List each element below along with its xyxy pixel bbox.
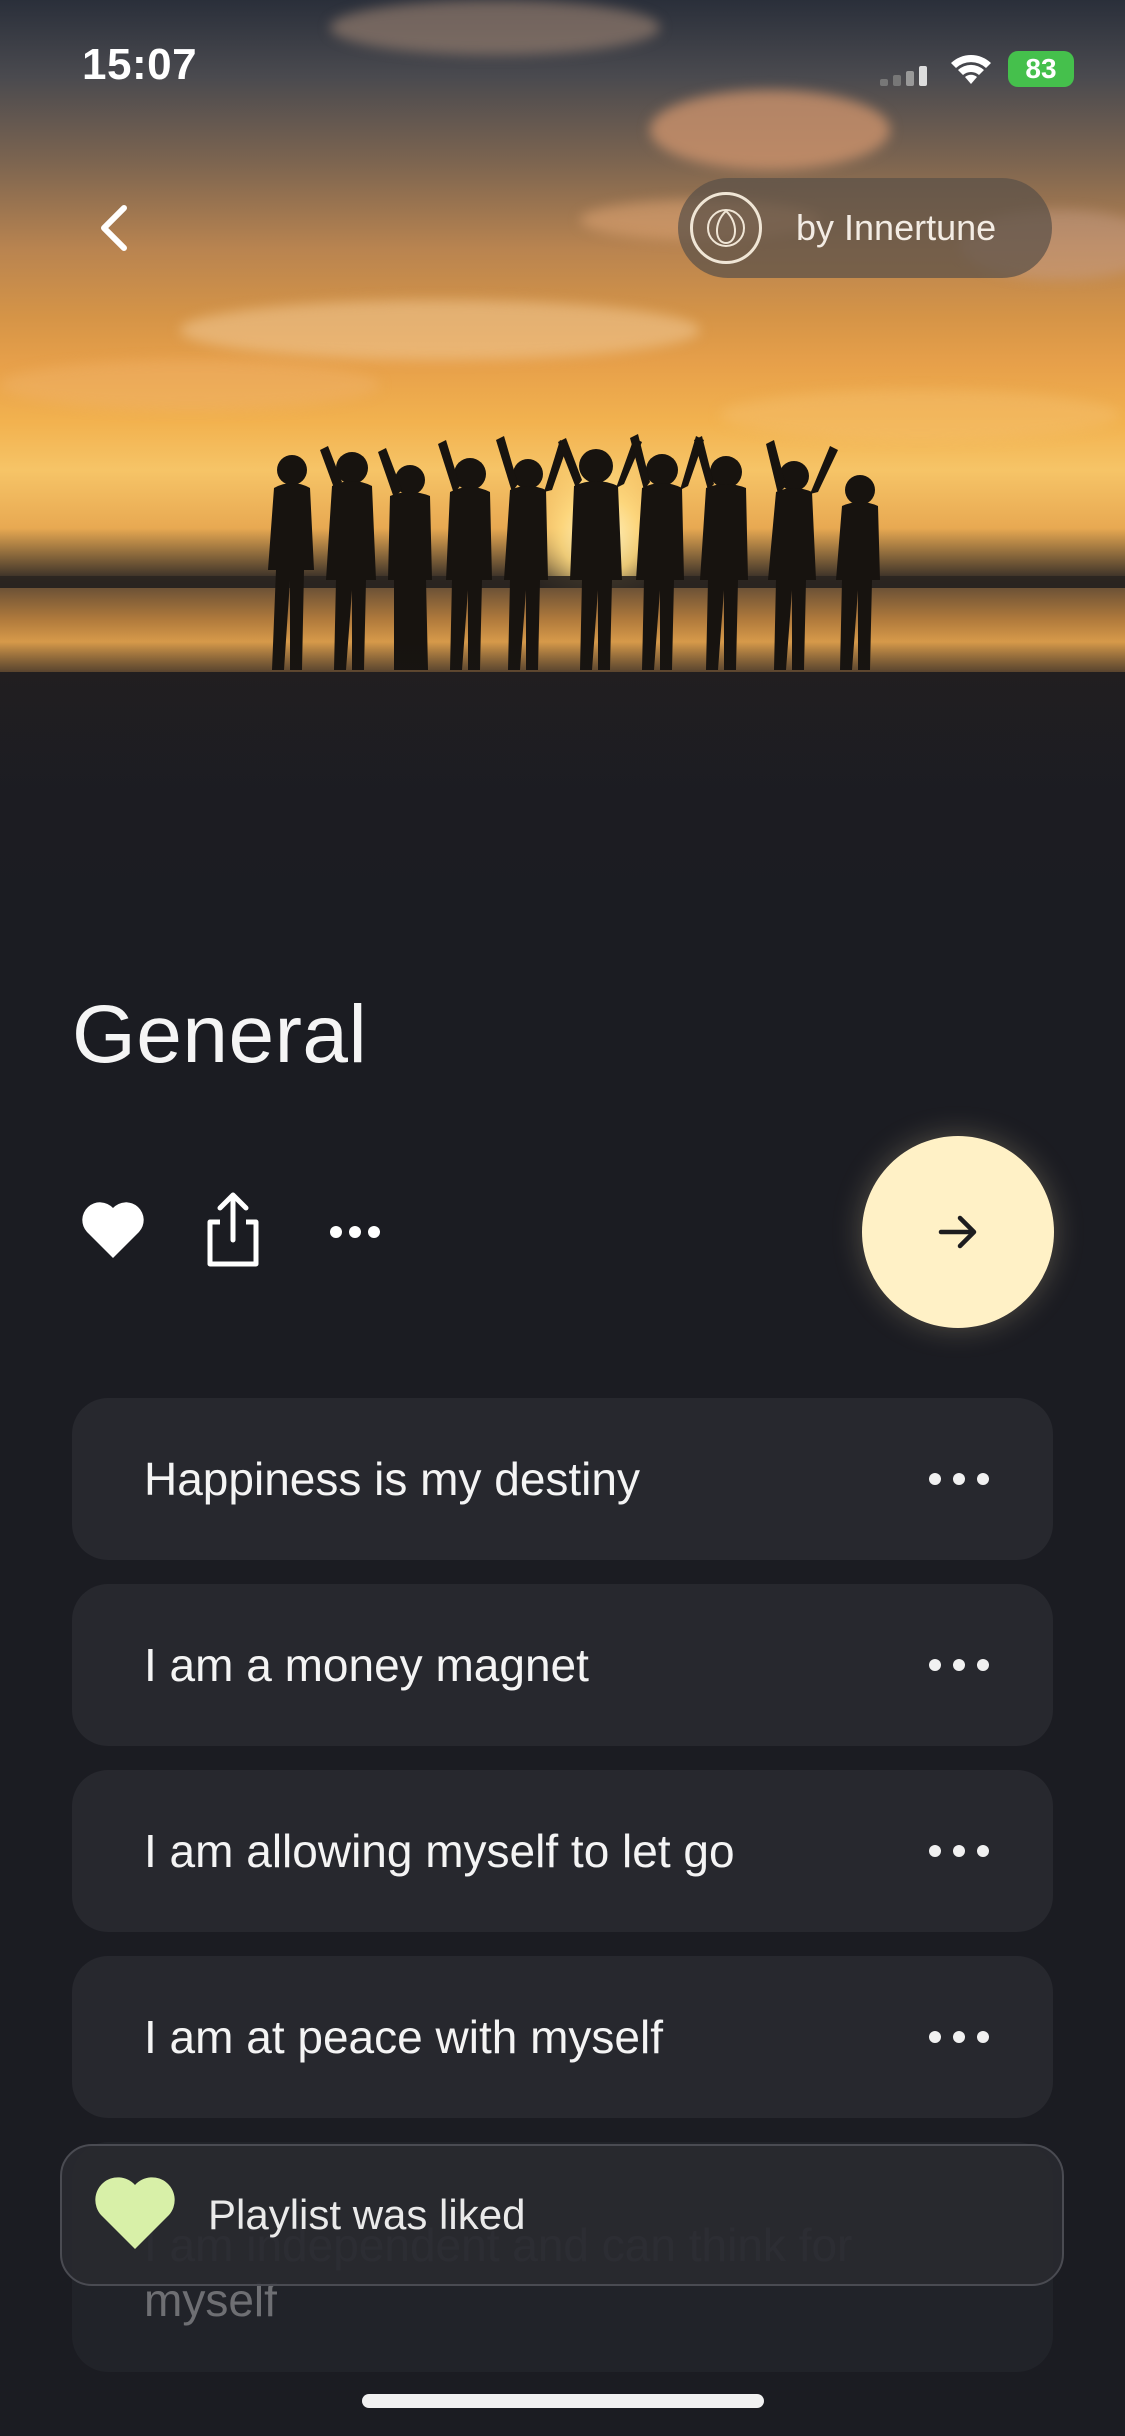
playlist-title: General bbox=[72, 989, 368, 1080]
battery-level: 83 bbox=[1025, 53, 1057, 84]
track-label: Happiness is my destiny bbox=[144, 1453, 640, 1505]
liked-toast: Playlist was liked bbox=[60, 2144, 1064, 2286]
status-bar: 15:07 83 bbox=[0, 0, 1125, 140]
play-button[interactable] bbox=[862, 1136, 1054, 1328]
share-button[interactable] bbox=[200, 1190, 266, 1270]
brand-label: by Innertune bbox=[796, 207, 997, 248]
heart-icon bbox=[82, 1202, 144, 1258]
ellipsis-icon bbox=[330, 1226, 380, 1238]
track-item[interactable]: I am a money magnet bbox=[72, 1584, 1053, 1746]
innertune-logo-icon bbox=[690, 192, 762, 264]
track-more-button[interactable] bbox=[929, 1841, 989, 1861]
brand-badge[interactable]: by Innertune bbox=[678, 178, 1052, 278]
cellular-signal-icon bbox=[880, 66, 927, 86]
track-more-button[interactable] bbox=[929, 1469, 989, 1489]
battery-indicator: 83 bbox=[1008, 51, 1074, 87]
share-icon bbox=[207, 1192, 259, 1267]
back-button[interactable] bbox=[90, 198, 140, 258]
home-indicator[interactable] bbox=[362, 2394, 764, 2408]
track-item[interactable]: Happiness is my destiny bbox=[72, 1398, 1053, 1560]
like-button[interactable] bbox=[80, 1200, 146, 1266]
status-time: 15:07 bbox=[82, 40, 198, 89]
track-item[interactable]: I am at peace with myself bbox=[72, 1956, 1053, 2118]
wifi-icon bbox=[951, 55, 991, 84]
toast-message: Playlist was liked bbox=[208, 2191, 526, 2238]
chevron-left-icon bbox=[101, 205, 127, 251]
more-options-button[interactable] bbox=[322, 1212, 388, 1252]
track-more-button[interactable] bbox=[929, 1655, 989, 1675]
track-more-button[interactable] bbox=[929, 2027, 989, 2047]
heart-icon bbox=[95, 2177, 175, 2249]
track-item[interactable]: I am allowing myself to let go bbox=[72, 1770, 1053, 1932]
track-label: I am allowing myself to let go bbox=[144, 1825, 735, 1877]
track-label: I am a money magnet bbox=[144, 1639, 589, 1691]
arrow-right-icon bbox=[938, 1215, 977, 1249]
track-label: I am at peace with myself bbox=[144, 2011, 663, 2063]
hero-image bbox=[0, 0, 1125, 960]
people-silhouettes bbox=[268, 434, 880, 670]
